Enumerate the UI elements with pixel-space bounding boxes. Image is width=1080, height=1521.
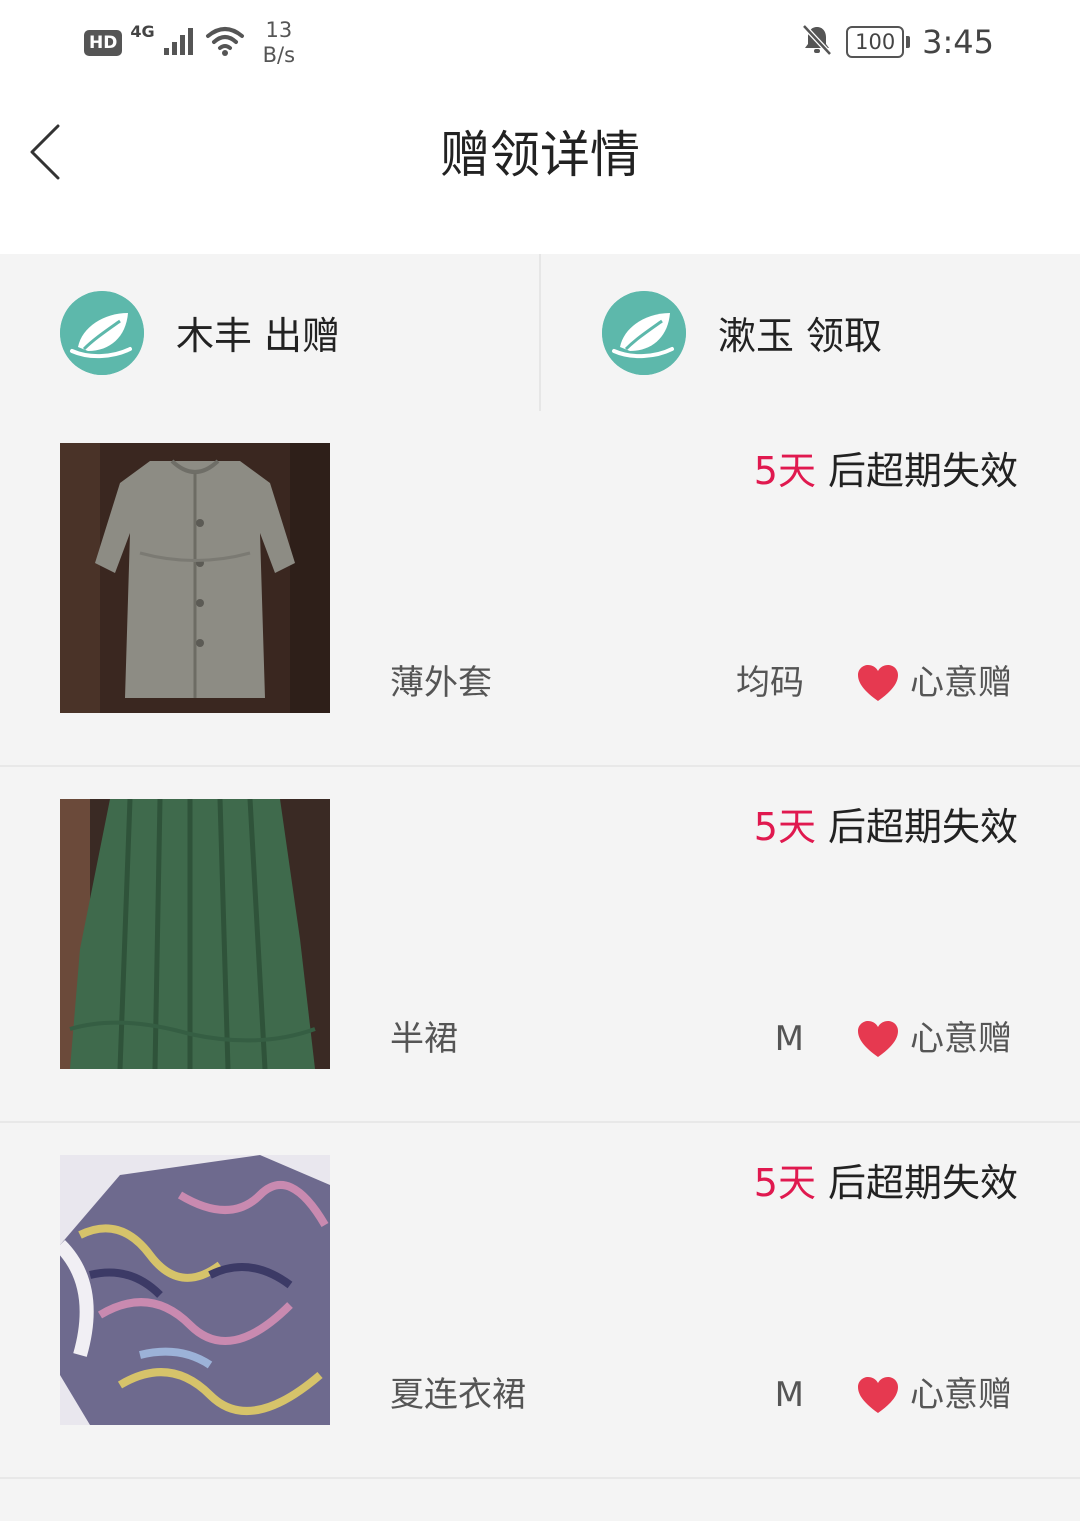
heart-icon [858,665,898,701]
wifi-icon [205,25,245,61]
list-item[interactable]: 5天 后超期失效 半裙 M 心意赠 [0,767,1080,1123]
list-item[interactable]: 5天 后超期失效 夏连衣裙 M 心意赠 [0,1123,1080,1479]
gift-type-label: 心意赠 [910,1375,1012,1415]
network-speed-value: 13 [265,18,293,42]
receiver-profile[interactable]: 漱玉 领取 [541,254,1080,411]
page-title: 赠领详情 [440,126,640,184]
nav-bar: 赠领详情 [0,84,1080,254]
expiry-days: 5天 [753,449,816,493]
gift-type-label: 心意赠 [910,1019,1012,1059]
item-list: 5天 后超期失效 薄外套 均码 心意赠 5天 后超期失效 半裙 M 心意赠 5天… [0,411,1080,1479]
parties-row: 木丰 出赠 漱玉 领取 [0,254,1080,413]
mute-bell-icon [800,23,834,61]
leaf-logo-icon [602,290,686,375]
item-size: M [774,1019,804,1059]
giver-profile[interactable]: 木丰 出赠 [0,254,540,411]
item-name: 半裙 [390,1019,458,1059]
list-item[interactable]: 5天 后超期失效 薄外套 均码 心意赠 [0,411,1080,767]
item-photo[interactable] [60,799,330,1069]
network-speed: 13 B/s [263,18,295,68]
heart-icon [858,1377,898,1413]
gift-type: 心意赠 [856,1017,1012,1061]
item-name: 夏连衣裙 [390,1375,526,1415]
item-photo[interactable] [60,1155,330,1425]
gift-type: 心意赠 [856,1373,1012,1417]
giver-avatar [60,290,144,375]
network-speed-unit: B/s [262,43,296,67]
battery-icon: 100 [846,26,911,58]
giver-action: 出赠 [264,314,341,358]
item-size: 均码 [736,663,804,703]
leaf-logo-icon [60,290,144,375]
receiver-avatar [602,290,686,375]
expiry-suffix: 后超期失效 [827,805,1018,849]
giver-name: 木丰 [176,314,253,358]
expiry-label: 5天 后超期失效 [754,1159,1018,1207]
battery-level: 100 [846,26,905,58]
receiver-action: 领取 [806,314,883,358]
expiry-label: 5天 后超期失效 [754,803,1018,851]
hd-badge: HD [84,30,123,56]
item-size: M [774,1375,804,1415]
item-photo[interactable] [60,443,330,713]
heart-icon [858,1021,898,1057]
signal-icon [163,26,197,60]
expiry-label: 5天 后超期失效 [754,447,1018,495]
status-bar: HD 4G 13 B/s 100 3:45 [0,0,1080,84]
clock: 3:45 [922,23,994,61]
receiver-name: 漱玉 [718,314,795,358]
expiry-suffix: 后超期失效 [827,449,1018,493]
network-type: 4G [130,22,155,41]
expiry-suffix: 后超期失效 [827,1161,1018,1205]
expiry-days: 5天 [753,1161,816,1205]
gift-type-label: 心意赠 [910,663,1012,703]
gift-type: 心意赠 [856,661,1012,705]
item-name: 薄外套 [390,663,492,703]
expiry-days: 5天 [753,805,816,849]
